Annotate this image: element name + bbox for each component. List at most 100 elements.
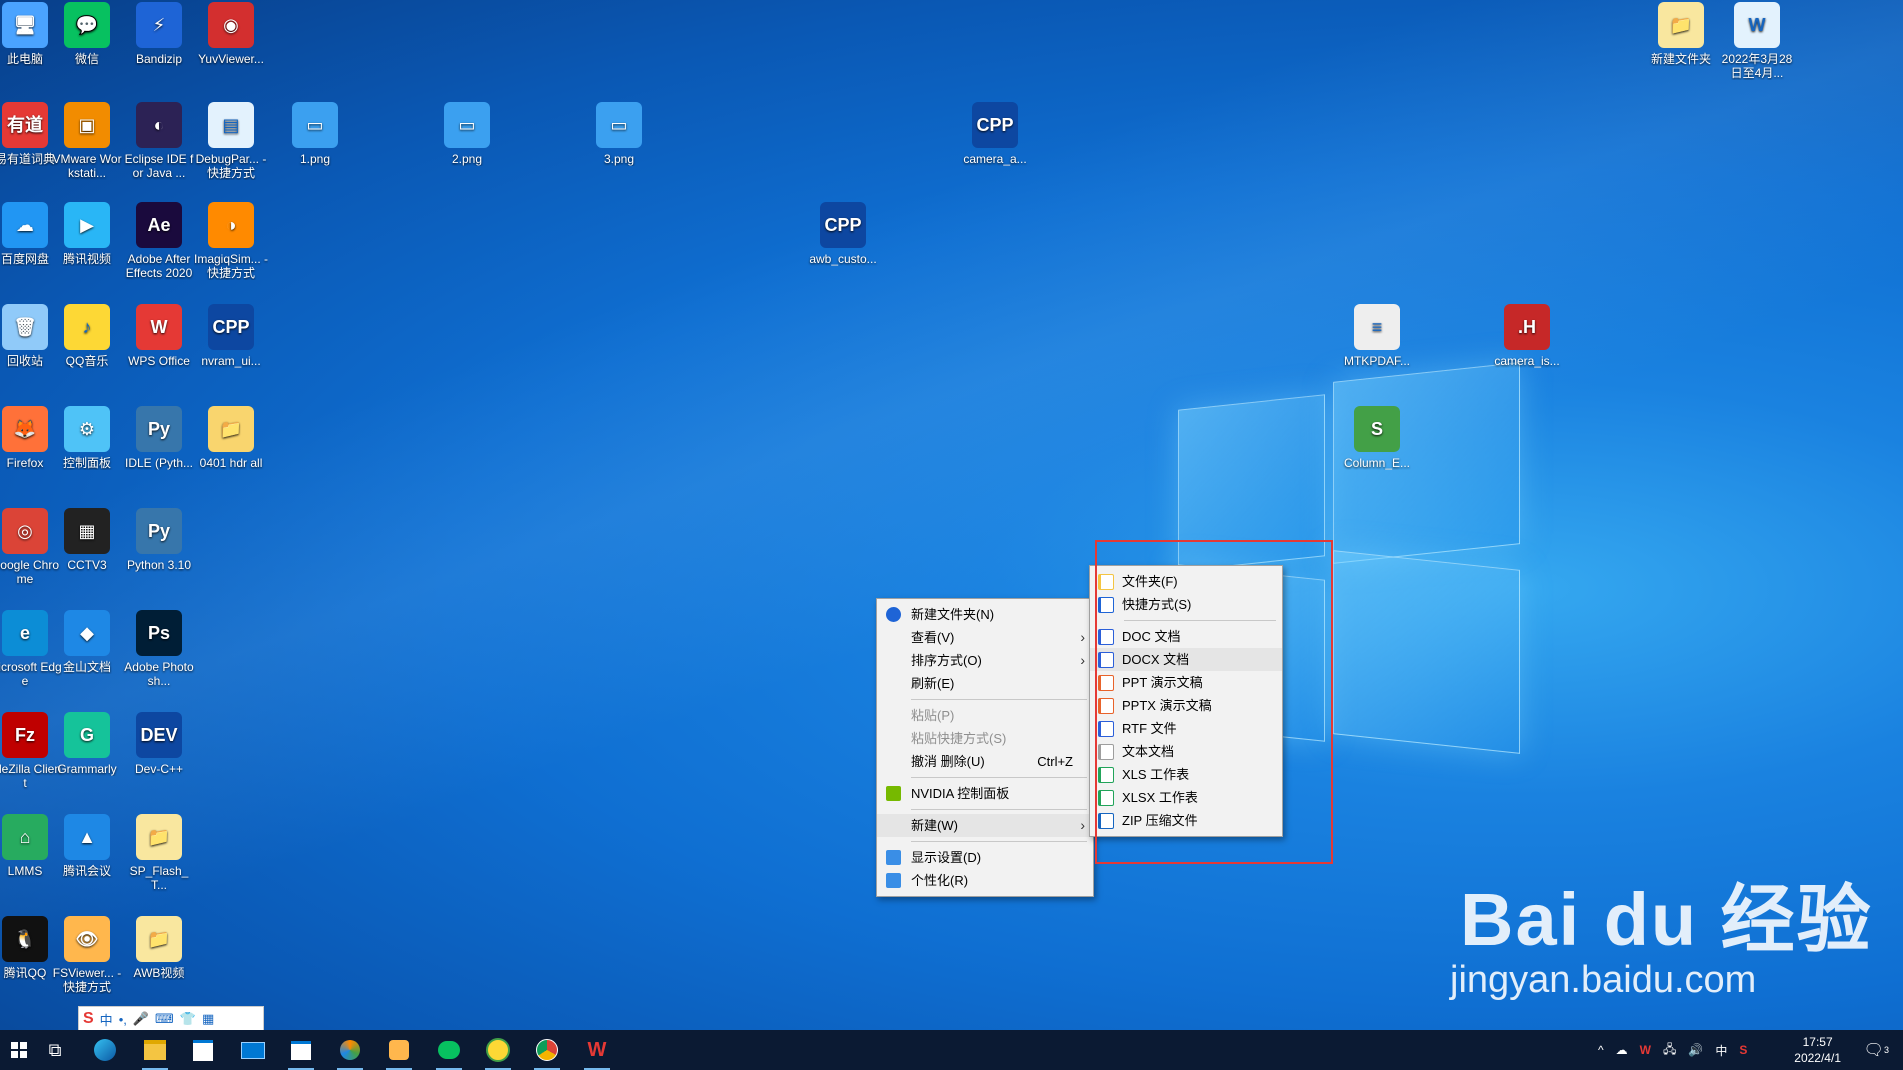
desktop-icon-label: camera_is...: [1494, 354, 1560, 368]
app-icon: 🐧: [2, 916, 48, 962]
desktop-icon-bandizip[interactable]: ⚡ Bandizip: [122, 2, 196, 66]
volume-icon[interactable]: 🔊: [1688, 1043, 1703, 1057]
desktop-icon-vmware-workstati[interactable]: ▣ VMware Workstati...: [50, 102, 124, 180]
store-taskbar-icon[interactable]: [188, 1036, 218, 1064]
taskbar-clock[interactable]: 17:57 2022/4/1: [1794, 1034, 1841, 1066]
app-icon: CPP: [208, 304, 254, 350]
menu-separator: [911, 699, 1087, 700]
desktop-icon-cctv3[interactable]: ▦ CCTV3: [50, 508, 124, 572]
desktop-icon-grammarly[interactable]: G Grammarly: [50, 712, 124, 776]
desktop-icon-adobe-after-effects-2020[interactable]: Ae Adobe After Effects 2020: [122, 202, 196, 280]
desktop-icon-控制面板[interactable]: ⚙ 控制面板: [50, 406, 124, 470]
chevron-right-icon: ›: [1080, 652, 1085, 668]
desktop-icon-label: 1.png: [299, 152, 331, 166]
mail-taskbar-icon[interactable]: [238, 1036, 268, 1064]
desktop-icon-sp-flash-t[interactable]: 📁 SP_Flash_T...: [122, 814, 196, 892]
edge-taskbar-icon[interactable]: [90, 1036, 120, 1064]
desktop-icon-2-png[interactable]: ▭ 2.png: [430, 102, 504, 166]
desktop-icon-label: Column_E...: [1343, 456, 1411, 470]
desktop-icon-label: 新建文件夹: [1650, 52, 1711, 66]
app-icon: W: [1734, 2, 1780, 48]
desktop-icon-1-png[interactable]: ▭ 1.png: [278, 102, 352, 166]
desktop-icon-debugpar-快捷方式[interactable]: ▤ DebugPar... - 快捷方式: [194, 102, 268, 180]
desktop-icon-2022年3月28日至4月[interactable]: W 2022年3月28日至4月...: [1720, 2, 1794, 80]
notification-center-icon[interactable]: 🗨 3: [1864, 1030, 1889, 1070]
desktop-icon-imagiqsim-快捷方式[interactable]: ◑ ImagiqSim... - 快捷方式: [194, 202, 268, 280]
desktop-icon-yuvviewer[interactable]: ◉ YuvViewer...: [194, 2, 268, 66]
app-icon: ⚙: [64, 406, 110, 452]
desktop-icon-awb视频[interactable]: 📁 AWB视频: [122, 916, 196, 980]
desktop-icon-mtkpdaf[interactable]: ≡ MTKPDAF...: [1340, 304, 1414, 368]
menu-separator: [911, 777, 1087, 778]
app-icon: 有道: [2, 102, 48, 148]
start-button[interactable]: [4, 1036, 34, 1064]
app-icon: 📁: [208, 406, 254, 452]
menu-item-label: 查看(V): [911, 630, 955, 645]
imagiqsim-taskbar-icon[interactable]: [335, 1036, 365, 1070]
desktop-icon-idle-pyth[interactable]: Py IDLE (Pyth...: [122, 406, 196, 470]
desktop-icon-label: QQ音乐: [65, 354, 109, 368]
task-view-icon[interactable]: ⧉: [40, 1036, 70, 1064]
desktop-icon-腾讯会议[interactable]: ▲ 腾讯会议: [50, 814, 124, 878]
toolbox-icon[interactable]: ▦: [202, 1011, 214, 1027]
app-icon: Py: [136, 406, 182, 452]
context-menu-item[interactable]: 新建文件夹(N): [877, 603, 1093, 626]
desktop-icon-0401-hdr-all[interactable]: 📁 0401 hdr all: [194, 406, 268, 470]
sogou-tray-icon[interactable]: S: [1739, 1043, 1747, 1057]
tray-ime-indicator[interactable]: 中: [1715, 1042, 1727, 1059]
window-taskbar-icon[interactable]: [286, 1036, 316, 1070]
desktop-icon-金山文档[interactable]: ◆ 金山文档: [50, 610, 124, 674]
desktop-icon-python-3-10[interactable]: Py Python 3.10: [122, 508, 196, 572]
context-menu-item[interactable]: 刷新(E): [877, 672, 1093, 695]
desktop-icon-column-e[interactable]: S Column_E...: [1340, 406, 1414, 470]
menu-item-shortcut: Ctrl+Z: [1037, 754, 1073, 769]
microphone-icon[interactable]: 🎤: [133, 1011, 149, 1027]
desktop-icon-label: SP_Flash_T...: [129, 864, 189, 892]
desktop-icon-nvram-ui[interactable]: CPP nvram_ui...: [194, 304, 268, 368]
menu-separator: [911, 809, 1087, 810]
desktop-icon-adobe-photosh[interactable]: Ps Adobe Photosh...: [122, 610, 196, 688]
desktop-icon-fsviewer-快捷方式[interactable]: 👁 FSViewer... - 快捷方式: [50, 916, 124, 994]
desktop-icon-camera-a[interactable]: CPP camera_a...: [958, 102, 1032, 166]
desktop-icon-label: Grammarly: [57, 762, 117, 776]
desktop-icon-qq音乐[interactable]: ♪ QQ音乐: [50, 304, 124, 368]
desktop-icon-3-png[interactable]: ▭ 3.png: [582, 102, 656, 166]
desktop-icon-label: Adobe After Effects 2020: [125, 252, 193, 280]
fsviewer-taskbar-icon[interactable]: [384, 1036, 414, 1070]
desktop-icon-wps-office[interactable]: W WPS Office: [122, 304, 196, 368]
context-menu-item[interactable]: 新建(W) ›: [877, 814, 1093, 837]
context-menu-item[interactable]: 撤消 删除(U) Ctrl+Z: [877, 750, 1093, 773]
desktop-icon-新建文件夹[interactable]: 📁 新建文件夹: [1644, 2, 1718, 66]
file-explorer-taskbar-icon[interactable]: [140, 1036, 170, 1070]
wechat-taskbar-icon[interactable]: [434, 1036, 464, 1070]
context-menu-item[interactable]: 排序方式(O) ›: [877, 649, 1093, 672]
cloud-icon[interactable]: ☁: [1616, 1043, 1628, 1057]
sogou-icon[interactable]: S: [83, 1010, 94, 1028]
app-icon: ▶: [64, 202, 110, 248]
qqmusic-taskbar-icon[interactable]: [483, 1036, 513, 1070]
desktop-icon-awb-custo[interactable]: CPP awb_custo...: [806, 202, 880, 266]
desktop-icon-eclipse-ide-for-java[interactable]: ◐ Eclipse IDE for Java ...: [122, 102, 196, 180]
wps-tray-icon[interactable]: W: [1640, 1043, 1651, 1057]
desktop-icon-微信[interactable]: 💬 微信: [50, 2, 124, 66]
desktop-context-menu: 新建文件夹(N) 查看(V) › 排序方式(O) › 刷新(E) 粘贴(P) 粘贴快捷方式(S…: [876, 598, 1094, 897]
ime-lang-indicator[interactable]: 中: [100, 1010, 113, 1029]
context-menu-item[interactable]: NVIDIA 控制面板: [877, 782, 1093, 805]
keyboard-icon[interactable]: ⌨: [155, 1011, 174, 1027]
app-icon: S: [1354, 406, 1400, 452]
ime-toolbar[interactable]: S 中 •, 🎤 ⌨ 👕 ▦: [78, 1006, 264, 1032]
wps-taskbar-icon[interactable]: W: [582, 1036, 612, 1070]
network-icon[interactable]: 🖧: [1663, 1040, 1676, 1061]
skin-icon[interactable]: 👕: [180, 1011, 196, 1027]
desktop-icon-camera-is[interactable]: .H camera_is...: [1490, 304, 1564, 368]
app-icon: DEV: [136, 712, 182, 758]
desktop-icon-腾讯视频[interactable]: ▶ 腾讯视频: [50, 202, 124, 266]
app-icon: ▣: [64, 102, 110, 148]
context-menu-item[interactable]: 显示设置(D): [877, 846, 1093, 869]
punctuation-icon[interactable]: •,: [119, 1012, 127, 1027]
desktop-icon-dev-c[interactable]: DEV Dev-C++: [122, 712, 196, 776]
chevron-up-icon[interactable]: ^: [1598, 1043, 1604, 1057]
context-menu-item[interactable]: 查看(V) ›: [877, 626, 1093, 649]
chrome-taskbar-icon[interactable]: [532, 1036, 562, 1070]
context-menu-item[interactable]: 个性化(R): [877, 869, 1093, 892]
